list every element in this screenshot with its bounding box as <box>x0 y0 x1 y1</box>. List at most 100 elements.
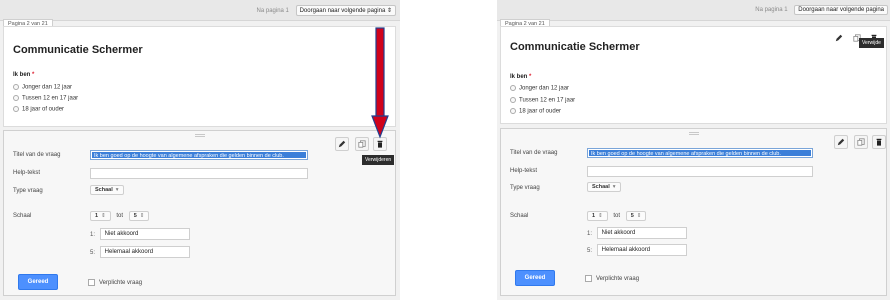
edit-button[interactable] <box>834 135 848 149</box>
radio-icon[interactable] <box>13 106 19 112</box>
scale-to-select[interactable]: 5 ⇕ <box>625 211 647 221</box>
delete-button[interactable] <box>373 137 387 151</box>
delete-button[interactable] <box>872 135 886 149</box>
question-type-label: Type vraag <box>13 188 43 194</box>
checkbox-icon[interactable] <box>585 275 592 282</box>
chevron-down-icon: ▾ <box>115 187 119 193</box>
form-title: Communicatie Schermer <box>510 41 640 53</box>
edit-button[interactable] <box>335 137 349 151</box>
right-screenshot: Na pagina 1 Doorgaan naar volgende pagin… <box>497 0 890 300</box>
scale-label-1-row: 1: Niet akkoord <box>90 228 190 240</box>
question-editor: Titel van de vraag Ik ben goed op de hoo… <box>3 130 396 296</box>
question-type-select[interactable]: Schaal ▾ <box>90 185 124 195</box>
navigation-select-value: Doorgaan naar volgende pagina <box>299 8 386 14</box>
option-label: Tussen 12 en 17 jaar <box>22 95 79 102</box>
required-mark: * <box>529 74 532 80</box>
scale-to-word: tot <box>613 213 621 219</box>
scale-label: Schaal <box>13 213 32 219</box>
select-caret-icon: ⇕ <box>139 213 145 219</box>
page-navigation: Na pagina 1 Doorgaan naar volgende pagin… <box>257 5 396 16</box>
done-button[interactable]: Gereed <box>515 270 555 286</box>
question-type-label: Type vraag <box>510 185 540 191</box>
option-label: 18 jaar of ouder <box>22 106 65 113</box>
done-button[interactable]: Gereed <box>18 274 58 290</box>
select-caret-icon: ⇕ <box>636 213 642 219</box>
help-text-label: Help-tekst <box>510 168 538 174</box>
required-question-checkbox[interactable]: Verplichte vraag <box>88 279 142 286</box>
scale-label-5-number: 5: <box>90 249 96 256</box>
scale-label-5-row: 5: Helemaal akkoord <box>587 244 687 256</box>
required-question-checkbox[interactable]: Verplichte vraag <box>585 275 639 282</box>
pencil-icon <box>837 138 845 146</box>
top-bar: Na pagina 1 Doorgaan naar volgende pagin… <box>0 0 400 21</box>
navigation-select[interactable]: Doorgaan naar volgende pagina <box>794 5 888 15</box>
option-label: Tussen 12 en 17 jaar <box>519 97 576 104</box>
radio-icon[interactable] <box>13 84 19 90</box>
question-title-value: Ik ben goed op de hoogte van algemene af… <box>92 152 306 158</box>
question-text: Ik ben <box>13 72 31 78</box>
question-type-select[interactable]: Schaal ▾ <box>587 182 621 192</box>
scale-from-select[interactable]: 1 ⇕ <box>587 211 608 221</box>
trash-icon <box>876 138 882 146</box>
question-title-input[interactable]: Ik ben goed op de hoogte van algemene af… <box>587 148 813 158</box>
question-title-label: Titel van de vraag <box>510 150 558 156</box>
radio-icon[interactable] <box>510 85 516 91</box>
scale-from-select[interactable]: 1 ⇕ <box>90 211 111 221</box>
option-item[interactable]: Jonger dan 12 jaar <box>510 85 569 92</box>
option-item[interactable]: Tussen 12 en 17 jaar <box>510 97 575 104</box>
after-page-label: Na pagina 1 <box>256 8 289 14</box>
navigation-select[interactable]: Doorgaan naar volgende pagina ⇕ <box>295 5 396 16</box>
scale-to-word: tot <box>116 213 124 219</box>
top-bar: Na pagina 1 Doorgaan naar volgende pagin… <box>497 0 890 21</box>
drag-handle[interactable] <box>194 134 205 137</box>
help-text-input[interactable] <box>90 168 308 179</box>
scale-to-select[interactable]: 5 ⇕ <box>128 211 150 221</box>
question-type-value: Schaal <box>592 184 610 190</box>
scale-label: Schaal <box>510 213 529 219</box>
duplicate-button[interactable] <box>355 137 369 151</box>
option-label: 18 jaar of ouder <box>519 108 562 115</box>
copy-icon <box>857 138 865 146</box>
scale-label-1-input[interactable]: Niet akkoord <box>99 228 190 240</box>
radio-icon[interactable] <box>510 97 516 103</box>
navigation-select-value: Doorgaan naar volgende pagina <box>798 7 884 13</box>
checkbox-icon[interactable] <box>88 279 95 286</box>
question-text: Ik ben <box>510 74 528 80</box>
question-type-value: Schaal <box>95 187 113 193</box>
option-item[interactable]: Jonger dan 12 jaar <box>13 84 72 91</box>
radio-icon[interactable] <box>13 95 19 101</box>
radio-icon[interactable] <box>510 108 516 114</box>
delete-tooltip: Verwijde <box>859 38 884 48</box>
question-title-value: Ik ben goed op de hoogte van algemene af… <box>589 150 811 156</box>
edit-button[interactable] <box>832 31 846 45</box>
help-text-label: Help-tekst <box>13 170 41 176</box>
pencil-icon <box>835 34 843 42</box>
scale-label-1-number: 1: <box>587 230 593 237</box>
help-text-input[interactable] <box>587 166 813 177</box>
option-item[interactable]: Tussen 12 en 17 jaar <box>13 95 78 102</box>
option-item[interactable]: 18 jaar of ouder <box>510 108 561 115</box>
after-page-label: Na pagina 1 <box>755 7 788 13</box>
option-item[interactable]: 18 jaar of ouder <box>13 106 64 113</box>
select-caret-icon: ⇕ <box>386 8 392 14</box>
page-navigation: Na pagina 1 Doorgaan naar volgende pagin… <box>755 5 888 15</box>
drag-handle[interactable] <box>688 132 699 135</box>
required-question-label: Verplichte vraag <box>596 276 640 283</box>
duplicate-button[interactable] <box>854 135 868 149</box>
question-editor: Titel van de vraag Ik ben goed op de hoo… <box>500 128 887 296</box>
scale-label-5-input[interactable]: Helemaal akkoord <box>596 244 687 256</box>
trash-icon <box>377 140 383 148</box>
required-mark: * <box>32 72 35 78</box>
scale-label-5-input[interactable]: Helemaal akkoord <box>99 246 190 258</box>
question-title-input[interactable]: Ik ben goed op de hoogte van algemene af… <box>90 150 308 160</box>
form-preview-card: Communicatie Schermer Ik ben * Jonger da… <box>3 26 396 127</box>
scale-label-1-number: 1: <box>90 231 96 238</box>
option-label: Jonger dan 12 jaar <box>519 85 570 92</box>
question-label: Ik ben * <box>13 72 34 78</box>
pencil-icon <box>338 140 346 148</box>
scale-to-value: 5 <box>630 213 634 219</box>
scale-label-1-row: 1: Niet akkoord <box>587 227 687 239</box>
select-caret-icon: ⇕ <box>101 213 106 219</box>
scale-label-1-input[interactable]: Niet akkoord <box>596 227 687 239</box>
form-title: Communicatie Schermer <box>13 44 143 56</box>
